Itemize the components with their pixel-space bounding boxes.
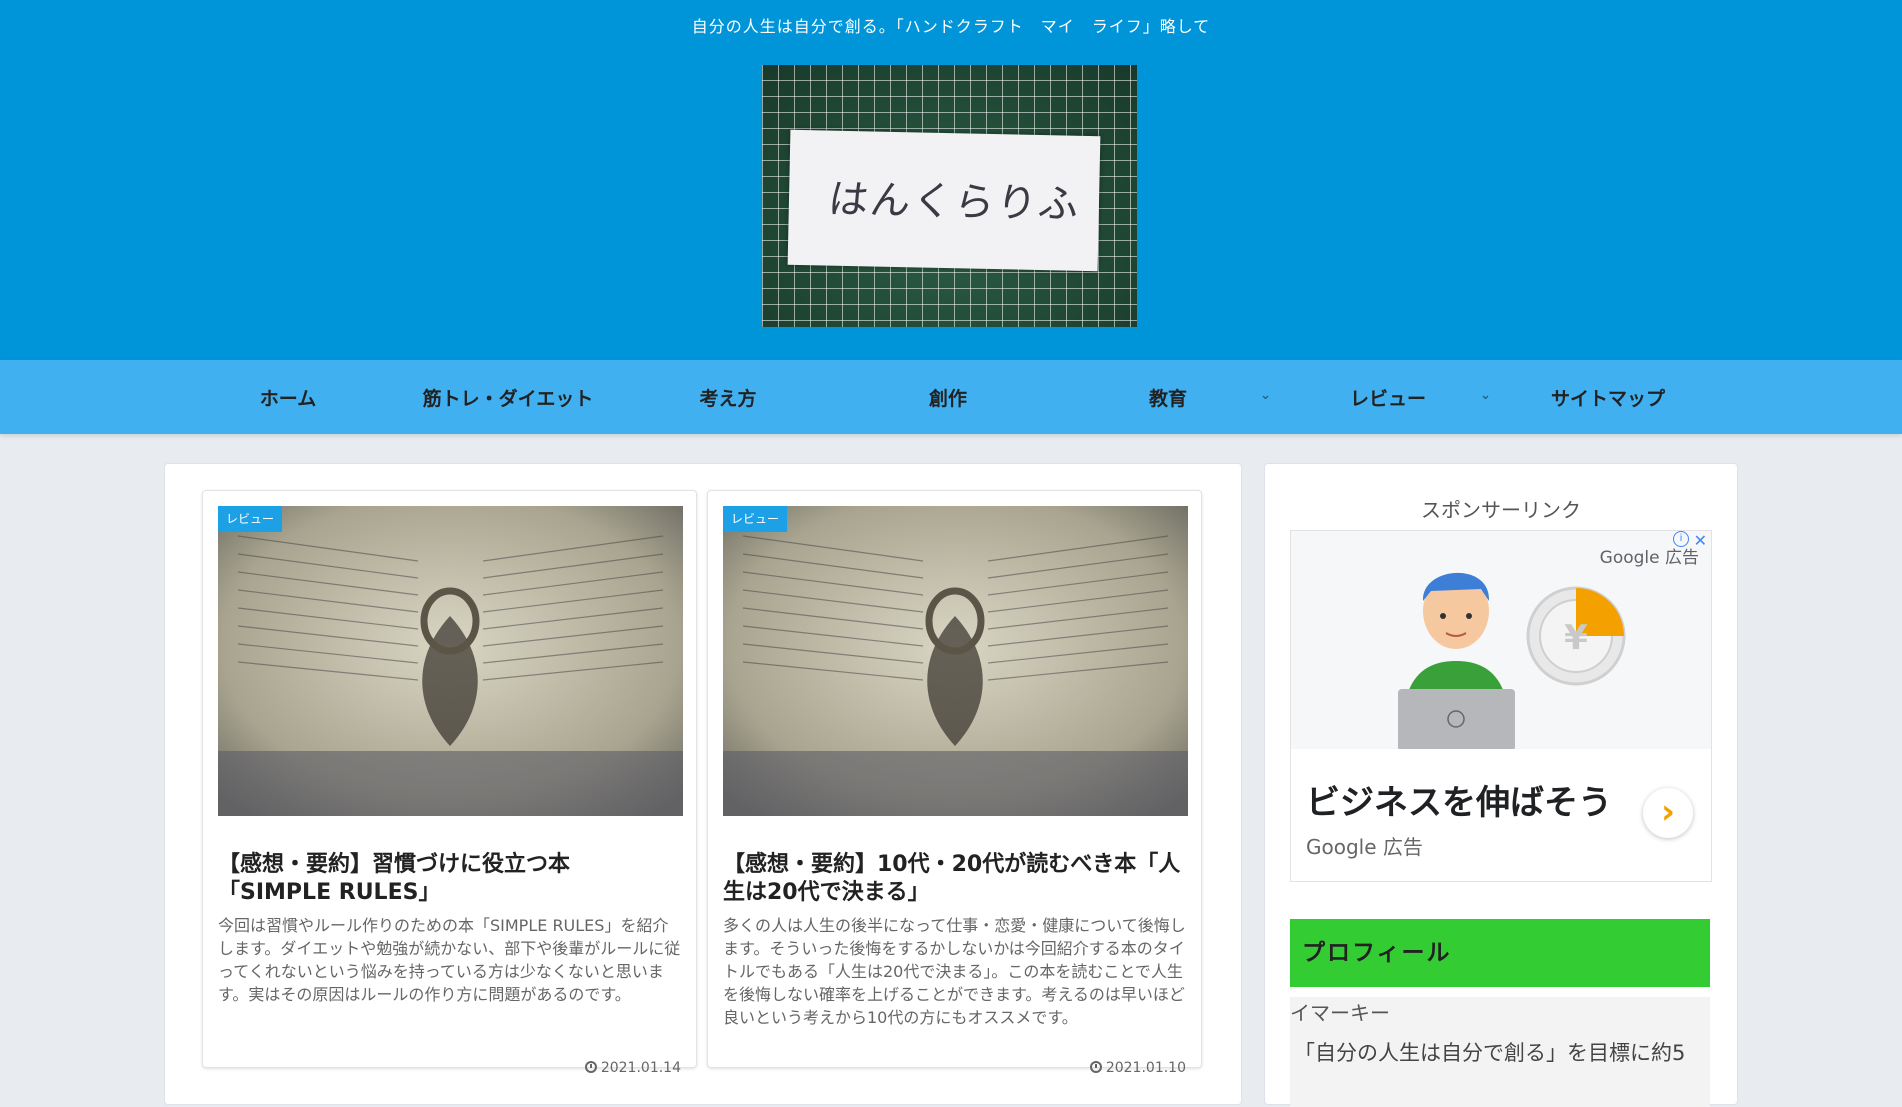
nav-item-review[interactable]: レビュー ⌄ [1278, 360, 1498, 434]
site-tagline: 自分の人生は自分で創る。「ハンドクラフト マイ ライフ」略して [691, 17, 1211, 36]
global-nav: ホーム 筋トレ・ダイエット 考え方 創作 教育 ⌄ レビュー ⌄ サイトマップ [0, 360, 1902, 434]
nav-item-label: 創作 [928, 387, 967, 410]
nav-item-label: ホーム [259, 387, 317, 410]
nav-item-creation[interactable]: 創作 [838, 360, 1058, 434]
post-card[interactable]: レビュー 【感想・要約】10代・20代が読むべき本「人生は20代で決まる」 多く… [707, 490, 1202, 1076]
logo-paper: はんくらりふ [787, 129, 1101, 272]
post-date-text: 2021.01.14 [600, 1060, 681, 1076]
nav-item-label: 筋トレ・ダイエット [422, 387, 594, 410]
nav-item-label: サイトマップ [1550, 387, 1665, 410]
post-date-text: 2021.01.10 [1105, 1060, 1186, 1076]
post-snippet: 多くの人は人生の後半になって仕事・恋愛・健康について後悔します。そういった後悔を… [723, 916, 1186, 1027]
post-date: 2021.01.10 [1089, 1060, 1186, 1076]
profile-description: 「自分の人生は自分で創る」を目標に約5 [1294, 1041, 1686, 1065]
sponsor-heading: スポンサーリンク [1421, 498, 1581, 522]
ad-headline[interactable]: ビジネスを伸ばそう [1306, 775, 1612, 824]
sidebar: スポンサーリンク ¥ Google 広告 i ✕ ビジネスを伸ばそう Googl… [1264, 463, 1738, 1107]
post-thumbnail[interactable] [218, 506, 683, 816]
ad-illustration: ¥ Google 広告 i ✕ [1291, 531, 1711, 751]
ad-brand-label: Google 広告 [1599, 548, 1699, 568]
chevron-down-icon: ⌄ [1260, 388, 1271, 403]
nav-item-education[interactable]: 教育 ⌄ [1058, 360, 1278, 434]
site-logo[interactable]: はんくらりふ [762, 65, 1137, 327]
nav-item-thinking[interactable]: 考え方 [618, 360, 838, 434]
nav-item-label: レビュー [1349, 387, 1426, 410]
chevron-down-icon: ⌄ [1480, 388, 1491, 403]
main-content: レビュー 【感想・要約】習慣づけに役立つ本「SIMPLE RULES」 今回は習… [164, 463, 1242, 1105]
post-title[interactable]: 【感想・要約】習慣づけに役立つ本「SIMPLE RULES」 [218, 851, 683, 907]
logo-text: はんくらりふ [825, 176, 1084, 228]
nav-item-label: 考え方 [699, 387, 757, 410]
nav-item-label: 教育 [1148, 387, 1187, 410]
yen-coin-icon: ¥ [1564, 618, 1588, 658]
chevron-right-icon[interactable]: › [1643, 788, 1693, 838]
profile-name: イマーキー [1290, 1001, 1390, 1025]
clock-icon [1089, 1061, 1102, 1073]
post-thumbnail[interactable] [723, 506, 1188, 816]
category-badge[interactable]: レビュー [218, 506, 283, 532]
post-date: 2021.01.14 [584, 1060, 681, 1076]
close-icon[interactable]: ✕ [1694, 531, 1707, 550]
ad-info-icon[interactable]: i [1673, 531, 1689, 547]
profile-heading: プロフィール [1290, 919, 1710, 987]
nav-item-diet[interactable]: 筋トレ・ダイエット [398, 360, 618, 434]
post-title[interactable]: 【感想・要約】10代・20代が読むべき本「人生は20代で決まる」 [723, 851, 1188, 907]
ad-banner[interactable]: ¥ Google 広告 i ✕ ビジネスを伸ばそう Google 広告 › [1290, 530, 1712, 882]
profile-widget: イマーキー 「自分の人生は自分で創る」を目標に約5 [1290, 997, 1710, 1107]
nav-item-sitemap[interactable]: サイトマップ [1498, 360, 1718, 434]
ad-subtext: Google 広告 [1306, 835, 1423, 859]
nav-item-home[interactable]: ホーム [178, 360, 398, 434]
post-snippet: 今回は習慣やルール作りのための本「SIMPLE RULES」を紹介します。ダイエ… [218, 916, 681, 1004]
site-header: 自分の人生は自分で創る。「ハンドクラフト マイ ライフ」略して はんくらりふ [0, 0, 1902, 360]
clock-icon [584, 1061, 597, 1073]
category-badge[interactable]: レビュー [723, 506, 788, 532]
post-card[interactable]: レビュー 【感想・要約】習慣づけに役立つ本「SIMPLE RULES」 今回は習… [202, 490, 697, 1076]
